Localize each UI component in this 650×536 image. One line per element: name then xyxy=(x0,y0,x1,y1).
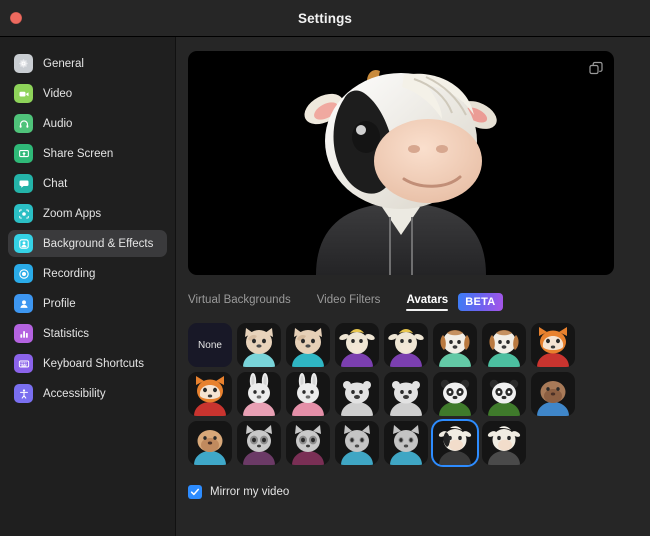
sidebar-item-label: Background & Effects xyxy=(43,237,154,250)
avatar-tile-bear-1[interactable] xyxy=(335,372,379,416)
sidebar-item-label: Share Screen xyxy=(43,147,114,160)
avatar-tile-cat-gray-1[interactable] xyxy=(335,421,379,465)
mirror-my-video-row[interactable]: Mirror my video xyxy=(188,485,650,499)
sidebar-item-label: Video xyxy=(43,87,73,100)
avatar-tile-raccoon-2[interactable] xyxy=(286,421,330,465)
avatar-tile-cow-2[interactable] xyxy=(482,421,526,465)
avatar-tile-fox-1[interactable] xyxy=(531,323,575,367)
sidebar-item-profile[interactable]: Profile xyxy=(8,290,167,317)
record-icon xyxy=(14,264,33,283)
headphones-icon xyxy=(14,114,33,133)
avatar-tile-walrus-1[interactable] xyxy=(531,372,575,416)
avatar-tile-bear-2[interactable] xyxy=(384,372,428,416)
video-camera-icon xyxy=(14,84,33,103)
avatar-tile-cat-tan-1[interactable] xyxy=(237,323,281,367)
main-panel: Virtual Backgrounds Video Filters Avatars B… xyxy=(176,37,650,536)
window-body: General Video Audio Share Screen Chat Zoom Ap… xyxy=(0,37,650,536)
avatar-tile-cat-gray-2[interactable] xyxy=(384,421,428,465)
page-title: Settings xyxy=(297,10,353,26)
avatar-tile-panda-2[interactable] xyxy=(482,372,526,416)
video-preview xyxy=(188,51,614,275)
sidebar-item-label: General xyxy=(43,57,84,70)
background-effects-icon xyxy=(14,234,33,253)
sidebar-item-label: Keyboard Shortcuts xyxy=(43,357,145,370)
share-screen-icon xyxy=(14,144,33,163)
sidebar-item-label: Recording xyxy=(43,267,96,280)
mirror-my-video-label: Mirror my video xyxy=(210,486,290,498)
avatar-tile-dog-2[interactable] xyxy=(482,323,526,367)
tab-video-filters[interactable]: Video Filters xyxy=(317,294,381,311)
avatar-tile-rabbit-2[interactable] xyxy=(286,372,330,416)
sidebar-item-keyboard-shortcuts[interactable]: Keyboard Shortcuts xyxy=(8,350,167,377)
avatar-tile-cat-tan-2[interactable] xyxy=(286,323,330,367)
mirror-my-video-checkbox[interactable] xyxy=(188,485,202,499)
avatar-tile-none[interactable]: None xyxy=(188,323,232,367)
sidebar-item-statistics[interactable]: Statistics xyxy=(8,320,167,347)
chat-bubble-icon xyxy=(14,174,33,193)
keyboard-icon xyxy=(14,354,33,373)
sidebar-item-background-effects[interactable]: Background & Effects xyxy=(8,230,167,257)
avatar-tile-goat-2[interactable] xyxy=(384,323,428,367)
avatar-tile-panda-1[interactable] xyxy=(433,372,477,416)
settings-window: Settings General Video Audio Share Screen Ch… xyxy=(0,0,650,536)
gear-icon xyxy=(14,54,33,73)
window-controls xyxy=(10,12,22,24)
avatar-tile-rabbit-1[interactable] xyxy=(237,372,281,416)
sidebar-item-label: Statistics xyxy=(43,327,90,340)
sidebar-item-chat[interactable]: Chat xyxy=(8,170,167,197)
sidebar-item-accessibility[interactable]: Accessibility xyxy=(8,380,167,407)
settings-sidebar: General Video Audio Share Screen Chat Zoom Ap… xyxy=(0,37,176,536)
person-icon xyxy=(14,294,33,313)
tab-avatars[interactable]: Avatars xyxy=(406,294,448,311)
sidebar-item-label: Accessibility xyxy=(43,387,106,400)
sidebar-item-label: Zoom Apps xyxy=(43,207,102,220)
sidebar-item-label: Audio xyxy=(43,117,73,130)
sidebar-item-share-screen[interactable]: Share Screen xyxy=(8,140,167,167)
beta-badge: BETA xyxy=(458,293,503,311)
accessibility-icon xyxy=(14,384,33,403)
sidebar-item-recording[interactable]: Recording xyxy=(8,260,167,287)
sidebar-item-audio[interactable]: Audio xyxy=(8,110,167,137)
zoom-apps-icon xyxy=(14,204,33,223)
sidebar-item-label: Chat xyxy=(43,177,68,190)
title-bar: Settings xyxy=(0,0,650,37)
avatar-tile-walrus-2[interactable] xyxy=(188,421,232,465)
avatar-tile-fox-2[interactable] xyxy=(188,372,232,416)
sidebar-item-label: Profile xyxy=(43,297,76,310)
sidebar-item-zoom-apps[interactable]: Zoom Apps xyxy=(8,200,167,227)
avatar-grid: None xyxy=(188,323,650,465)
avatar-tile-dog-1[interactable] xyxy=(433,323,477,367)
sidebar-item-general[interactable]: General xyxy=(8,50,167,77)
duplicate-window-icon[interactable] xyxy=(587,59,605,77)
avatar-tile-cow-1[interactable] xyxy=(433,421,477,465)
cow-avatar-preview xyxy=(188,51,614,275)
effects-tabs: Virtual Backgrounds Video Filters Avatars B… xyxy=(188,293,650,311)
avatar-tile-raccoon-1[interactable] xyxy=(237,421,281,465)
avatar-none-label: None xyxy=(198,339,222,351)
tab-virtual-backgrounds[interactable]: Virtual Backgrounds xyxy=(188,294,291,311)
bar-chart-icon xyxy=(14,324,33,343)
avatar-tile-goat-1[interactable] xyxy=(335,323,379,367)
sidebar-item-video[interactable]: Video xyxy=(8,80,167,107)
close-button[interactable] xyxy=(10,12,22,24)
